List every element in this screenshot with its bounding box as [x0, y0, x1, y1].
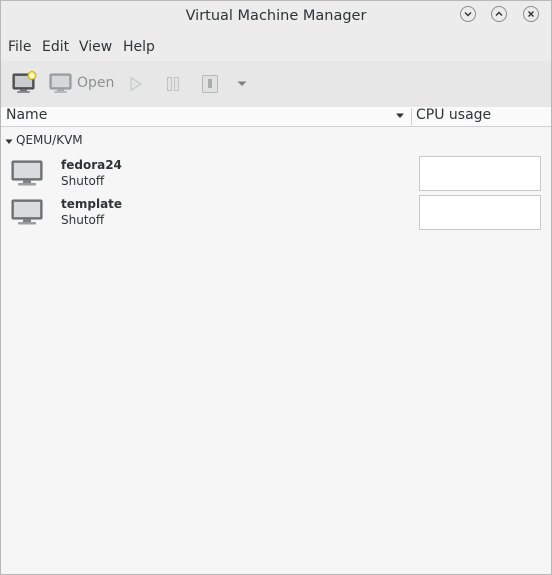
vm-status: Shutoff	[61, 213, 105, 227]
vm-monitor-icon	[11, 160, 43, 186]
chevron-down-icon	[464, 12, 472, 17]
column-separator[interactable]	[411, 108, 412, 125]
vm-row-fedora24[interactable]: fedora24 Shutoff	[1, 153, 551, 192]
menu-edit[interactable]: Edit	[42, 39, 69, 55]
minimize-button[interactable]	[460, 6, 476, 22]
open-button[interactable]: Open	[77, 75, 114, 91]
connection-row[interactable]: QEMU/KVM	[1, 131, 551, 151]
cpu-usage-graph	[419, 156, 541, 191]
vm-status: Shutoff	[61, 174, 105, 188]
connection-label: QEMU/KVM	[16, 133, 83, 147]
maximize-button[interactable]	[491, 6, 507, 22]
menu-file[interactable]: File	[8, 39, 31, 55]
title-bar[interactable]: Virtual Machine Manager	[1, 1, 551, 33]
column-cpu-usage[interactable]: CPU usage	[416, 107, 491, 123]
sort-down-icon	[396, 113, 404, 118]
cpu-usage-graph	[419, 195, 541, 230]
column-name[interactable]: Name	[6, 107, 47, 123]
chevron-up-icon	[495, 11, 503, 16]
dropdown-arrow-icon[interactable]	[236, 80, 248, 88]
menu-help[interactable]: Help	[123, 39, 155, 55]
menu-view[interactable]: View	[79, 39, 112, 55]
vm-name: template	[61, 197, 123, 211]
star-icon	[27, 71, 37, 80]
vm-monitor-icon	[11, 199, 43, 225]
monitor-icon	[49, 73, 72, 93]
play-icon[interactable]	[129, 76, 143, 92]
menu-bar: File Edit View Help	[1, 33, 551, 61]
close-icon	[528, 11, 534, 17]
vm-row-template[interactable]: template Shutoff	[1, 192, 551, 231]
close-button[interactable]	[523, 6, 539, 22]
column-header: Name CPU usage	[1, 107, 551, 127]
vm-list: QEMU/KVM fedora24 Shutoff template Shuto…	[1, 127, 551, 574]
shutdown-icon[interactable]	[201, 74, 219, 94]
new-vm-button[interactable]	[12, 71, 38, 95]
vm-name: fedora24	[61, 158, 122, 172]
expander-down-icon[interactable]	[5, 139, 13, 145]
toolbar: Open	[1, 61, 551, 108]
pause-icon[interactable]	[165, 76, 181, 92]
app-window: Virtual Machine Manager File Edit View H…	[0, 0, 552, 575]
